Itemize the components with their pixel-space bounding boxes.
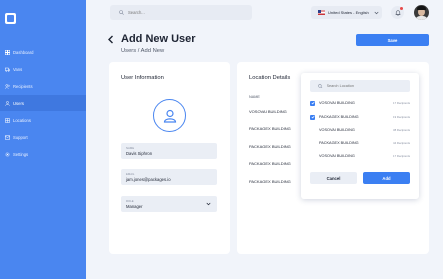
location-option[interactable]: VOSOVAI BUILDING 17 Recipients — [310, 151, 410, 161]
table-row[interactable]: PACKAGEX BUILDING — [249, 144, 291, 149]
language-selector[interactable]: United States - English — [311, 6, 382, 19]
avatar-hair — [417, 6, 426, 10]
name-field-value: Davis Siphron — [126, 150, 153, 156]
sidebar: Dashboard Vans Recipients Users Location… — [0, 0, 86, 279]
table-row[interactable]: PACKAGEX BUILDING — [249, 161, 291, 166]
add-button[interactable]: Add — [363, 172, 410, 184]
location-option-name: VOSOVAI BUILDING — [319, 154, 355, 158]
search-icon — [318, 83, 323, 89]
global-search[interactable] — [110, 5, 252, 20]
profile-photo-placeholder[interactable] — [153, 99, 186, 132]
location-icon — [5, 117, 10, 123]
location-search[interactable] — [310, 80, 410, 92]
sidebar-item-label: Dashboard — [13, 49, 34, 55]
sidebar-item-vans[interactable]: Vans — [0, 61, 86, 77]
user-information-card: User Information NAME Davis Siphron EMAI… — [109, 62, 230, 254]
name-field[interactable]: NAME Davis Siphron — [121, 143, 217, 159]
save-button[interactable]: Save — [356, 34, 429, 46]
avatar-shirt — [415, 16, 428, 20]
sidebar-item-label: Support — [13, 134, 28, 140]
sidebar-item-recipients[interactable]: Recipients — [0, 78, 86, 94]
search-icon — [119, 10, 124, 15]
notifications-button[interactable] — [391, 6, 404, 19]
sidebar-item-label: Settings — [13, 151, 29, 157]
check-icon — [311, 101, 314, 105]
support-icon — [5, 135, 10, 140]
checkbox-unchecked[interactable] — [310, 153, 315, 159]
email-field-value: jam.jones@packages.io — [126, 176, 171, 182]
notification-badge — [400, 7, 403, 10]
location-option[interactable]: PACKAGEX BUILDING 19 Recipients — [310, 112, 410, 122]
chevron-down-icon — [206, 202, 211, 206]
chevron-down-icon — [374, 11, 379, 14]
user-information-title: User Information — [121, 75, 164, 81]
email-field-label: EMAIL — [126, 172, 135, 176]
dashboard-icon — [5, 49, 10, 55]
location-option-count: 17 Recipients — [393, 101, 410, 105]
search-input[interactable] — [128, 10, 238, 15]
sidebar-item-dashboard[interactable]: Dashboard — [0, 44, 86, 60]
location-option-name: VOSOVAI BUILDING — [319, 101, 355, 105]
checkbox-checked[interactable] — [310, 100, 315, 106]
location-option[interactable]: VOSOVAI BUILDING 38 Recipients — [310, 125, 410, 135]
van-icon — [5, 67, 10, 72]
sidebar-item-locations[interactable]: Locations — [0, 112, 86, 128]
sidebar-item-users[interactable]: Users — [0, 95, 86, 111]
user-icon — [5, 100, 10, 106]
sidebar-item-settings[interactable]: Settings — [0, 146, 86, 162]
back-arrow-icon[interactable] — [107, 35, 114, 44]
location-option-name: VOSOVAI BUILDING — [319, 128, 355, 132]
role-select-value: Manager — [126, 203, 143, 209]
role-select-label: ROLE — [126, 199, 134, 203]
table-row[interactable]: PACKAGEX BUILDING — [249, 179, 291, 184]
location-option-name: PACKAGEX BUILDING — [319, 115, 359, 119]
location-option-count: 44 Recipients — [393, 141, 410, 145]
sidebar-item-label: Recipients — [13, 83, 33, 89]
location-details-title: Location Details — [249, 75, 291, 81]
page-title: Add New User — [121, 33, 196, 45]
table-row[interactable]: PACKAGEX BUILDING — [249, 126, 291, 131]
gear-icon — [5, 152, 10, 157]
us-flag-icon — [318, 10, 325, 15]
location-option-count: 17 Recipients — [393, 154, 410, 158]
checkbox-unchecked[interactable] — [310, 127, 315, 133]
app-logo[interactable] — [5, 13, 16, 24]
sidebar-item-support[interactable]: Support — [0, 129, 86, 145]
user-avatar[interactable] — [414, 5, 429, 20]
cancel-button[interactable]: Cancel — [310, 172, 357, 184]
location-option[interactable]: PACKAGEX BUILDING 44 Recipients — [310, 138, 410, 148]
name-field-label: NAME — [126, 146, 135, 150]
sidebar-item-label: Locations — [13, 117, 31, 123]
location-option-name: PACKAGEX BUILDING — [319, 141, 359, 145]
bell-icon — [395, 9, 400, 16]
breadcrumb: Users / Add New — [121, 48, 165, 54]
check-icon — [311, 115, 314, 119]
sidebar-item-label: Users — [13, 100, 24, 106]
checkbox-checked[interactable] — [310, 114, 315, 120]
name-column-header: NAME — [249, 95, 260, 99]
location-option-count: 38 Recipients — [393, 128, 410, 132]
recipients-icon — [5, 83, 10, 89]
email-field[interactable]: EMAIL jam.jones@packages.io — [121, 169, 217, 185]
table-row[interactable]: VOSOVAI BUILDING — [249, 109, 287, 114]
location-picker-dropdown: VOSOVAI BUILDING 17 Recipients PACKAGEX … — [301, 73, 419, 199]
location-option[interactable]: VOSOVAI BUILDING 17 Recipients — [310, 98, 410, 108]
user-icon — [163, 109, 176, 123]
location-search-input[interactable] — [326, 84, 407, 88]
language-label: United States - English — [328, 10, 369, 15]
sidebar-item-label: Vans — [13, 66, 23, 72]
checkbox-unchecked[interactable] — [310, 140, 315, 146]
role-select[interactable]: ROLE Manager — [121, 196, 217, 212]
location-option-count: 19 Recipients — [393, 115, 410, 119]
logo-mark — [7, 15, 14, 22]
